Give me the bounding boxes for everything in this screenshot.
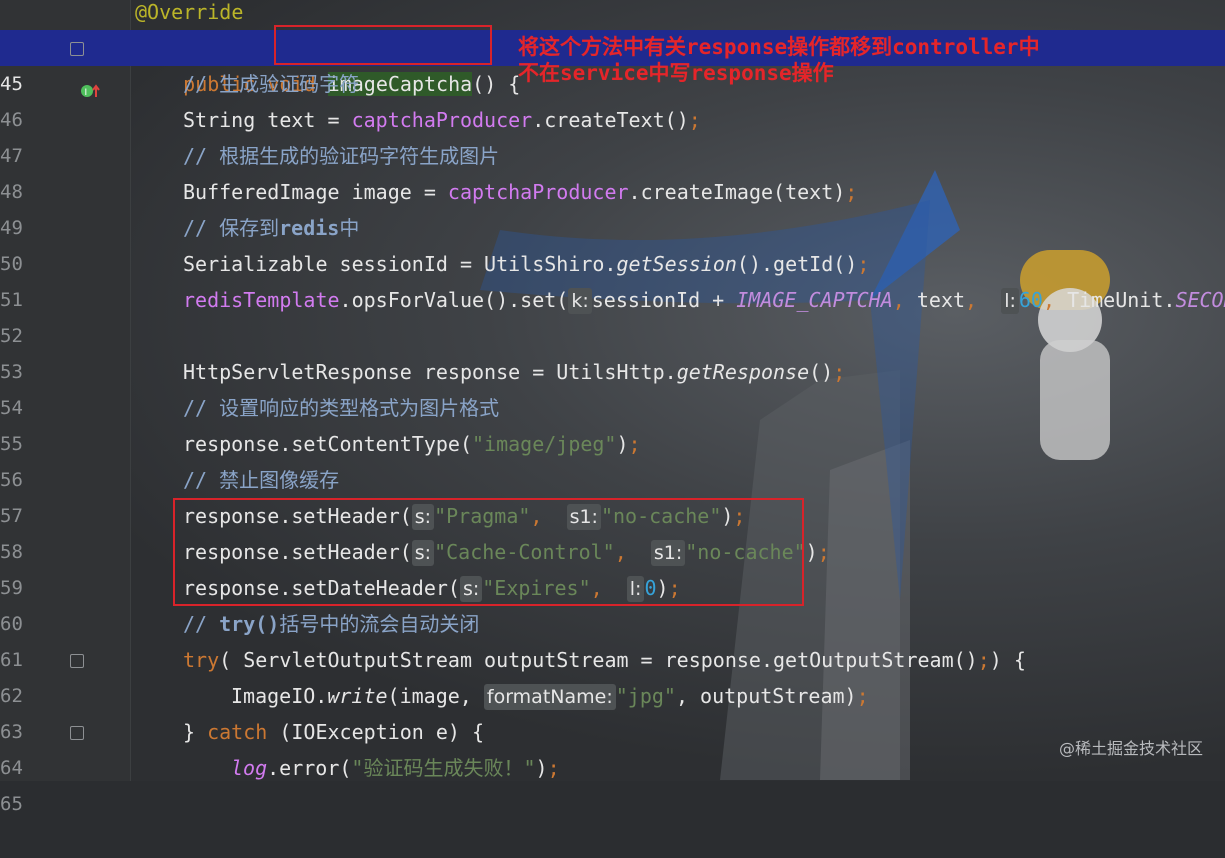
- code-line-52: 52 redisTemplate.opsForValue().set(k: ses…: [0, 282, 1225, 347]
- comment: //: [183, 612, 220, 636]
- semicolon: ;: [856, 684, 869, 708]
- comment: // 生成验证码字符: [183, 72, 360, 96]
- response-headers-highlight-box: [173, 498, 804, 606]
- code-line-62: 62 try( ServletOutputStream outputStream…: [0, 642, 1225, 707]
- code-line-55: 55 // 设置响应的类型格式为图片格式: [0, 390, 1225, 455]
- semicolon: ;: [845, 180, 858, 204]
- semicolon: ;: [977, 648, 990, 672]
- string: "验证码生成失败！": [351, 756, 536, 780]
- code-text: .error(: [267, 756, 352, 780]
- code-line-44: 44 @Override: [0, 0, 1225, 59]
- code-text: ): [535, 756, 548, 780]
- semicolon: ;: [817, 540, 830, 564]
- number: 60: [1018, 288, 1043, 312]
- code-text: response.setContentType(: [183, 432, 472, 456]
- constant: IMAGE_CAPTCHA: [736, 288, 893, 312]
- field-ref: captchaProducer: [351, 108, 533, 132]
- comment: // 设置响应的类型格式为图片格式: [183, 396, 500, 420]
- comment-keyword: try(): [219, 612, 280, 636]
- override-annotation: @Override: [135, 0, 244, 24]
- comment: 括号中的流会自动关闭: [279, 612, 480, 636]
- code-line-64: 64 } catch (IOException e) {: [0, 714, 1225, 779]
- code-line-56: 56 response.setContentType("image/jpeg")…: [0, 426, 1225, 491]
- code-text: sessionId +: [591, 288, 737, 312]
- fold-icon[interactable]: [70, 654, 84, 668]
- code-text: Serializable sessionId = UtilsShiro.: [183, 252, 617, 276]
- fold-icon[interactable]: [70, 726, 84, 740]
- comment: // 根据生成的验证码字符生成图片: [183, 144, 500, 168]
- code-line-47: 47 String text = captchaProducer.createT…: [0, 102, 1225, 167]
- comma: ,: [965, 288, 990, 312]
- constant: SECONDS: [1175, 288, 1225, 312]
- semicolon: ;: [688, 108, 701, 132]
- code-text: ): [616, 432, 629, 456]
- code-text: ( ServletOutputStream outputStream = res…: [219, 648, 978, 672]
- code-text: (): [809, 360, 834, 384]
- semicolon: ;: [833, 360, 846, 384]
- code-line-48: 48 // 根据生成的验证码字符生成图片: [0, 138, 1225, 203]
- code-text: (image,: [387, 684, 484, 708]
- code-text: (IOException e) {: [267, 720, 485, 744]
- keyword: catch: [207, 720, 268, 744]
- code-text: HttpServletResponse response = UtilsHttp…: [183, 360, 677, 384]
- method-name-highlight-box: [274, 25, 492, 65]
- code-text: ) {: [989, 648, 1026, 672]
- code-line-61: 61 // try()括号中的流会自动关闭: [0, 606, 1225, 671]
- code-text: .createText(): [532, 108, 689, 132]
- param-hint: k:: [568, 288, 592, 314]
- param-hint: l:: [1001, 288, 1019, 314]
- line-number: 65: [0, 793, 23, 815]
- code-text: .createImage(text): [628, 180, 846, 204]
- field-ref: captchaProducer: [447, 180, 629, 204]
- field-ref: redisTemplate: [183, 288, 340, 312]
- code-line-50: 50 // 保存到redis中: [0, 210, 1225, 275]
- code-text: TimeUnit.: [1067, 288, 1176, 312]
- code-text: }: [183, 720, 208, 744]
- code-line-63: 63 ImageIO.write(image, formatName: "jpg"…: [0, 678, 1225, 743]
- static-method: getResponse: [676, 360, 810, 384]
- static-method: write: [327, 684, 388, 708]
- code-text: ImageIO.: [231, 684, 328, 708]
- string: "image/jpeg": [471, 432, 617, 456]
- code-line-53: 53: [0, 318, 1225, 383]
- comma: ,: [1042, 288, 1068, 312]
- code-line-57: 57 // 禁止图像缓存: [0, 462, 1225, 527]
- comment: // 保存到: [183, 216, 280, 240]
- watermark: @稀土掘金技术社区: [1058, 739, 1203, 758]
- field-ref: log: [231, 756, 268, 780]
- code-text: , outputStream): [675, 684, 857, 708]
- code-line-51: 51 Serializable sessionId = UtilsShiro.g…: [0, 246, 1225, 311]
- annotation-line-2: 不在service中写response操作: [518, 61, 834, 85]
- param-hint: formatName:: [483, 684, 616, 710]
- annotation-line-1: 将这个方法中有关response操作都移到controller中: [518, 35, 1040, 59]
- semicolon: ;: [628, 432, 641, 456]
- keyword: try: [183, 648, 220, 672]
- code-line-49: 49 BufferedImage image = captchaProducer…: [0, 174, 1225, 239]
- comment: // 禁止图像缓存: [183, 468, 340, 492]
- comment: 中: [339, 216, 360, 240]
- semicolon: ;: [547, 756, 560, 780]
- code-text: ): [805, 540, 818, 564]
- code-line-54: 54 HttpServletResponse response = UtilsH…: [0, 354, 1225, 419]
- code-text: text: [916, 288, 966, 312]
- semicolon: ;: [857, 252, 870, 276]
- code-text: String text =: [183, 108, 352, 132]
- static-method: getSession: [616, 252, 737, 276]
- fold-icon[interactable]: [70, 42, 84, 56]
- code-text: ().getId(): [736, 252, 858, 276]
- code-text: BufferedImage image =: [183, 180, 448, 204]
- code-text: .opsForValue().set(: [339, 288, 569, 312]
- comment-keyword: redis: [279, 216, 340, 240]
- string: "jpg": [615, 684, 676, 708]
- comma: ,: [892, 288, 917, 312]
